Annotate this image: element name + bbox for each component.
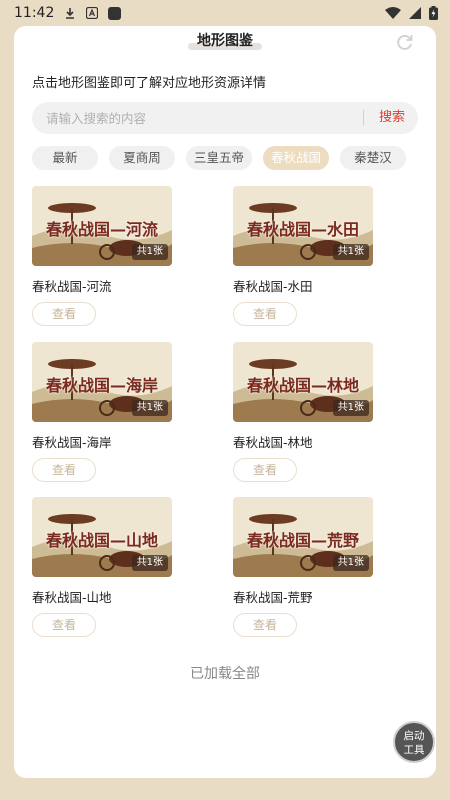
terrain-thumbnail[interactable]: 春秋战国—荒野 共1张	[233, 497, 373, 577]
thumbnail-title: 春秋战国—山地	[46, 531, 159, 550]
view-button[interactable]: 查看	[233, 613, 297, 637]
battery-icon	[429, 6, 438, 20]
terrain-thumbnail[interactable]: 春秋战国—水田 共1张	[233, 186, 373, 266]
signal-icon	[409, 7, 421, 19]
status-time: 11:42	[14, 5, 55, 21]
terrain-thumbnail[interactable]: 春秋战国—山地 共1张	[32, 497, 172, 577]
launch-tool-label-line1: 启动	[403, 730, 425, 742]
main-card: 地形图鉴 点击地形图鉴即可了解对应地形资源详情 搜索 最新 夏商周 三皇五帝 春…	[14, 26, 436, 778]
app-square-icon	[108, 6, 122, 20]
image-count-badge: 共1张	[332, 244, 369, 260]
search-input[interactable]	[46, 102, 346, 134]
search-bar: 搜索	[32, 102, 418, 134]
download-icon	[66, 8, 75, 19]
image-count-badge: 共1张	[131, 400, 168, 416]
thumbnail-title: 春秋战国—海岸	[46, 376, 159, 395]
view-button[interactable]: 查看	[32, 613, 96, 637]
view-button[interactable]: 查看	[32, 458, 96, 482]
terrain-name: 春秋战国-荒野	[233, 590, 313, 605]
view-button[interactable]: 查看	[233, 302, 297, 326]
thumbnail-title: 春秋战国—林地	[247, 376, 360, 395]
loaded-all-text: 已加载全部	[190, 666, 260, 682]
thumbnail-title: 春秋战国—水田	[247, 220, 360, 239]
era-tabs: 最新 夏商周 三皇五帝 春秋战国 秦楚汉	[32, 146, 436, 170]
image-count-badge: 共1张	[131, 244, 168, 260]
terrain-name: 春秋战国-山地	[32, 590, 112, 605]
search-button[interactable]: 搜索	[372, 102, 412, 134]
tab-xia-shang-zhou[interactable]: 夏商周	[109, 146, 175, 170]
terrain-name: 春秋战国-林地	[233, 435, 313, 450]
image-count-badge: 共1张	[332, 400, 369, 416]
terrain-thumbnail[interactable]: 春秋战国—海岸 共1张	[32, 342, 172, 422]
page-title: 地形图鉴	[197, 33, 253, 49]
view-button[interactable]: 查看	[32, 302, 96, 326]
tab-latest[interactable]: 最新	[32, 146, 98, 170]
tab-qin-chu-han[interactable]: 秦楚汉	[340, 146, 406, 170]
terrain-name: 春秋战国-河流	[32, 279, 112, 294]
terrain-name: 春秋战国-海岸	[32, 435, 112, 450]
status-bar: 11:42	[0, 0, 450, 26]
intro-text: 点击地形图鉴即可了解对应地形资源详情	[32, 76, 267, 91]
app-a-icon	[86, 7, 99, 19]
search-divider	[363, 110, 364, 126]
view-button[interactable]: 查看	[233, 458, 297, 482]
terrain-thumbnail[interactable]: 春秋战国—林地 共1张	[233, 342, 373, 422]
image-count-badge: 共1张	[131, 555, 168, 571]
launch-tool-button[interactable]: 启动 工具	[393, 721, 435, 763]
header: 地形图鉴	[14, 26, 436, 56]
refresh-icon[interactable]	[395, 32, 415, 52]
thumbnail-title: 春秋战国—荒野	[247, 531, 360, 550]
terrain-name: 春秋战国-水田	[233, 279, 313, 294]
tab-chun-qiu-zhan-guo[interactable]: 春秋战国	[263, 146, 329, 170]
thumbnail-title: 春秋战国—河流	[46, 220, 159, 239]
wifi-icon	[385, 7, 401, 19]
launch-tool-label-line2: 工具	[403, 744, 425, 756]
page-title-wrap: 地形图鉴	[188, 30, 262, 52]
terrain-thumbnail[interactable]: 春秋战国—河流 共1张	[32, 186, 172, 266]
tab-san-huang-wu-di[interactable]: 三皇五帝	[186, 146, 252, 170]
image-count-badge: 共1张	[332, 555, 369, 571]
